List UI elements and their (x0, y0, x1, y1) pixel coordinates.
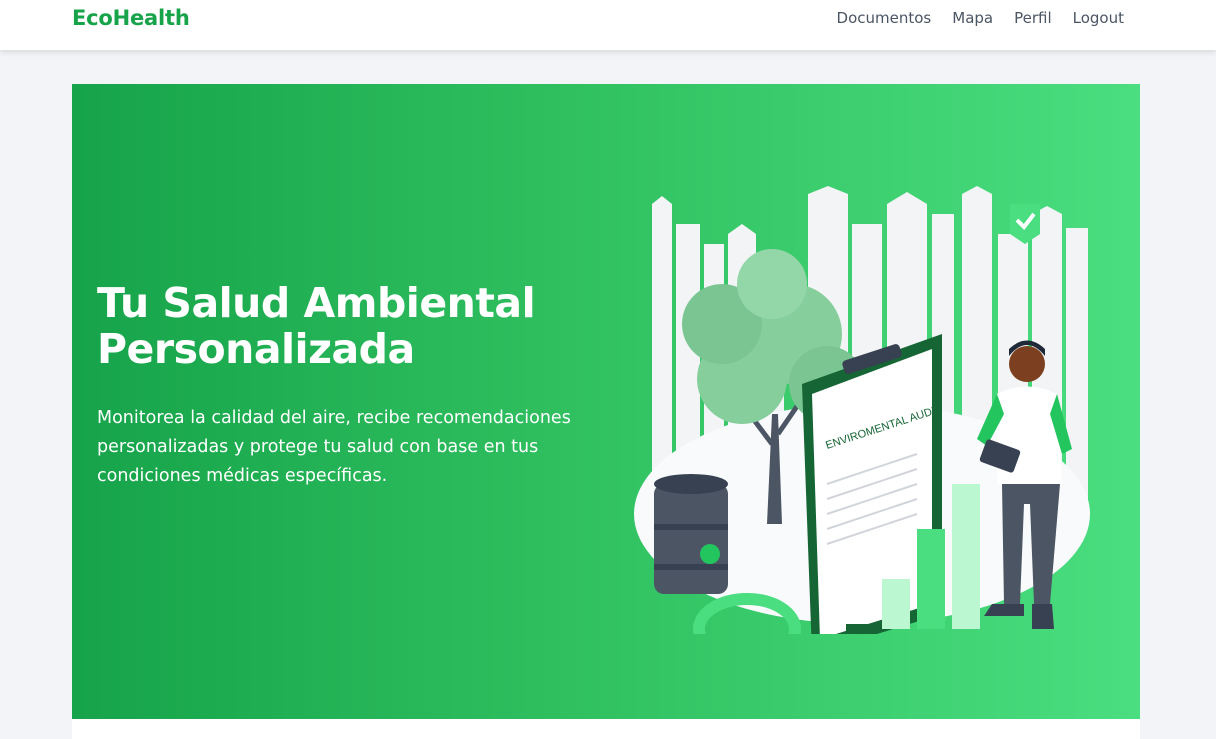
hero-title-line-2: Personalizada (97, 325, 415, 373)
hero-banner: Tu Salud Ambiental Personalizada Monitor… (72, 84, 1140, 719)
hero-subtitle: Monitorea la calidad del aire, recibe re… (97, 408, 571, 486)
top-navbar: EcoHealth Documentos Mapa Perfil Logout (0, 0, 1216, 50)
nav-link-mapa[interactable]: Mapa (952, 9, 993, 27)
brand-logo[interactable]: EcoHealth (72, 6, 190, 30)
nav-link-logout[interactable]: Logout (1073, 9, 1124, 27)
biohazard-icon (700, 544, 720, 564)
hero-title: Tu Salud Ambiental Personalizada (97, 280, 617, 372)
barrel (654, 474, 728, 594)
nav-link-documentos[interactable]: Documentos (837, 9, 932, 27)
environmental-audit-illustration: ENVIROMENTAL AUDIT (634, 186, 1090, 634)
hero-title-line-1: Tu Salud Ambiental (97, 279, 536, 327)
nav-link-perfil[interactable]: Perfil (1014, 9, 1052, 27)
nav-links: Documentos Mapa Perfil Logout (837, 9, 1124, 27)
content-card-top (72, 719, 1140, 739)
